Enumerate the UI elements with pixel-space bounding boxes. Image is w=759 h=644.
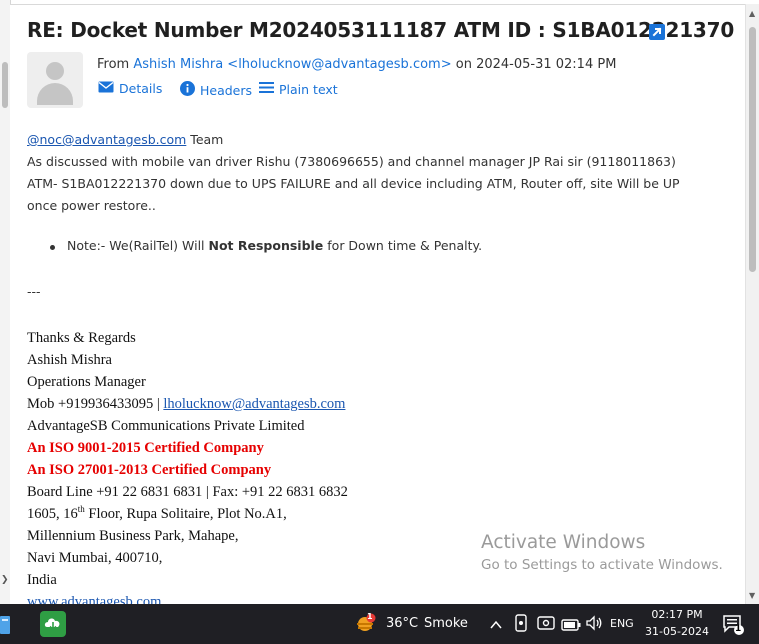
watermark-subtitle: Go to Settings to activate Windows. (481, 557, 723, 573)
note-prefix: Note:- We(RailTel) Will (67, 238, 209, 253)
plain-text-button[interactable]: Plain text (259, 81, 338, 97)
email-view: RE: Docket Number M2024053111187 ATM ID … (10, 5, 745, 604)
clock-time: 02:17 PM (651, 608, 703, 621)
sig-email-link[interactable]: lholucknow@advantagesb.com (163, 396, 345, 412)
notification-count: 1 (735, 624, 742, 634)
sig-mobile: Mob +919936433095 | (27, 396, 164, 412)
video-icon[interactable] (514, 614, 528, 636)
sig-address-1: 1605, 16th Floor, Rupa Solitaire, Plot N… (27, 503, 348, 525)
weather-icon[interactable] (355, 613, 377, 635)
email-date: on 2024-05-31 02:14 PM (455, 57, 617, 72)
headers-button[interactable]: Headers (180, 81, 252, 99)
sig-iso-9001: An ISO 9001-2015 Certified Company (27, 440, 264, 456)
sig-board-line: Board Line +91 22 6831 6831 | Fax: +91 2… (27, 484, 348, 500)
sig-address-2: Millennium Business Park, Mahape, (27, 528, 239, 544)
clock[interactable]: 02:17 PM 31-05-2024 (642, 606, 712, 640)
sig-address-3: Navi Mumbai, 400710, (27, 550, 163, 566)
scroll-thumb[interactable] (749, 27, 756, 272)
sig-address-1b: Floor, Rupa Solitaire, Plot No.A1, (84, 506, 287, 522)
info-icon (180, 81, 195, 99)
details-label: Details (119, 81, 163, 96)
watermark-title: Activate Windows (481, 532, 646, 553)
taskbar-app-icon[interactable] (0, 614, 12, 640)
chevron-up-icon[interactable] (490, 616, 502, 635)
camera-icon[interactable] (537, 615, 555, 635)
scroll-down-icon[interactable]: ▼ (749, 591, 755, 600)
list-icon (259, 81, 274, 97)
weather-badge: 1 (367, 612, 373, 621)
sig-company: AdvantageSB Communications Private Limit… (27, 418, 305, 434)
note-suffix: for Down time & Penalty. (323, 238, 483, 253)
body-paragraph: As discussed with mobile van driver Rish… (27, 154, 680, 213)
language-indicator[interactable]: ENG (610, 617, 634, 630)
weather-temperature[interactable]: 36°C (386, 616, 418, 631)
sig-iso-27001: An ISO 27001-2013 Certified Company (27, 462, 272, 478)
signature-separator: --- (27, 284, 41, 299)
weather-condition[interactable]: Smoke (424, 616, 468, 631)
details-button[interactable]: Details (98, 81, 162, 96)
sig-name: Ashish Mishra (27, 352, 112, 368)
left-panel-scroll-thumb[interactable] (2, 62, 8, 108)
greeting-line: @noc@advantagesb.com Team (27, 129, 707, 151)
email-signature: Thanks & Regards Ashish Mishra Operation… (27, 327, 348, 604)
sig-address-1a: 1605, 16 (27, 506, 78, 522)
mention-link[interactable]: @noc@advantagesb.com (27, 132, 186, 147)
sig-country: India (27, 572, 57, 588)
sig-mobile-line: Mob +919936433095 | lholucknow@advantage… (27, 393, 348, 415)
taskbar: 1 36°C Smoke ENG 02:17 PM 31-05-2024 1 (0, 604, 759, 644)
email-subject: RE: Docket Number M2024053111187 ATM ID … (27, 18, 735, 42)
note-bold: Not Responsible (208, 238, 324, 253)
cloud-download-app-icon[interactable] (40, 611, 66, 641)
external-link-icon[interactable] (649, 24, 665, 40)
battery-icon[interactable] (561, 616, 581, 635)
mail-icon (98, 81, 114, 96)
headers-label: Headers (200, 82, 253, 98)
plain-text-label: Plain text (279, 81, 338, 97)
sig-title: Operations Manager (27, 374, 146, 390)
scroll-up-icon[interactable]: ▲ (749, 9, 755, 18)
left-panel-chevron-icon[interactable]: ❯ (1, 575, 9, 585)
activate-windows-watermark: Activate Windows Go to Settings to activ… (481, 532, 723, 573)
email-body: @noc@advantagesb.com Team As discussed w… (27, 129, 707, 217)
greeting-suffix: Team (186, 132, 224, 147)
clock-date: 31-05-2024 (645, 625, 709, 638)
bullet-icon (50, 245, 55, 250)
speaker-icon[interactable] (585, 615, 603, 635)
email-from-line: From Ashish Mishra <lholucknow@advantage… (97, 57, 616, 72)
from-label: From (97, 57, 130, 72)
sig-website-link[interactable]: www.advantagesb.com (27, 594, 161, 604)
vertical-scrollbar[interactable]: ▲ ▼ (745, 4, 759, 604)
avatar-placeholder-icon (27, 52, 83, 108)
sender-link[interactable]: Ashish Mishra <lholucknow@advantagesb.co… (133, 57, 451, 72)
sig-regards: Thanks & Regards (27, 330, 136, 346)
sig-address-sup: th (77, 504, 85, 514)
